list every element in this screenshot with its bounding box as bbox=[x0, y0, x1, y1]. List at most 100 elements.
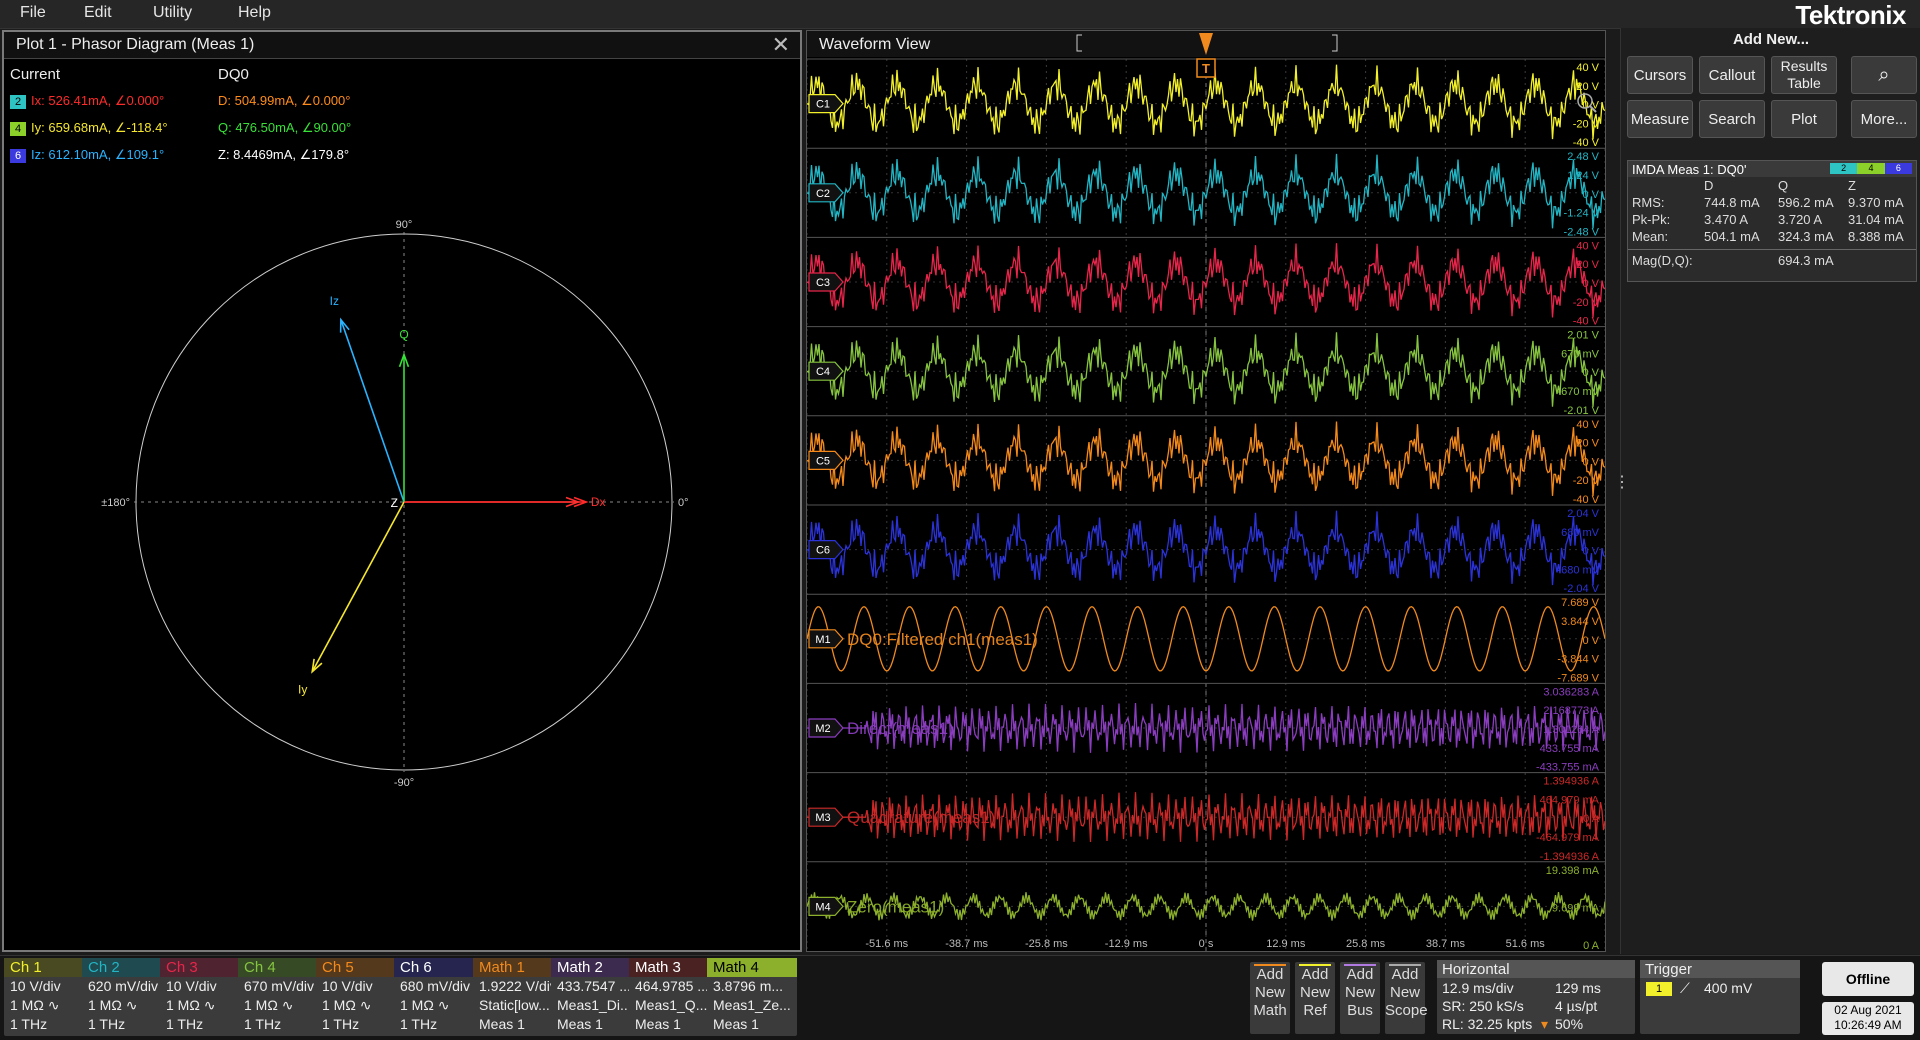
callout-button[interactable]: Callout bbox=[1699, 56, 1765, 94]
channel-badge-line3: 1 THz bbox=[166, 1016, 204, 1032]
meas-source-badges: 2 4 6 bbox=[1830, 163, 1912, 174]
add-new-math-button[interactable]: Add New Math bbox=[1250, 962, 1290, 1034]
vector-Iy bbox=[311, 501, 405, 673]
menu-edit[interactable]: Edit bbox=[84, 4, 112, 22]
scale-label-C6: 0 V bbox=[1582, 546, 1599, 558]
time-label: 25.8 ms bbox=[1346, 938, 1386, 950]
channel-badge-ch-1[interactable]: Ch 1 10 V/div 1 MΩ ∿ 1 THz bbox=[4, 958, 94, 1036]
more-button[interactable]: More... bbox=[1851, 100, 1917, 138]
channel-badge-title: Ch 2 bbox=[82, 958, 172, 977]
measure-button[interactable]: Measure bbox=[1627, 100, 1693, 138]
menu-utility[interactable]: Utility bbox=[153, 4, 192, 22]
channel-tag-C2: C2 bbox=[808, 183, 844, 203]
scale-label-C5: 20 V bbox=[1576, 438, 1599, 450]
channel-badge-ch-5[interactable]: Ch 5 10 V/div 1 MΩ ∿ 1 THz bbox=[316, 958, 406, 1036]
time-per-point: 4 µs/pt bbox=[1555, 998, 1598, 1014]
meas-title-bar: IMDA Meas 1: DQ0' 2 4 6 bbox=[1628, 161, 1916, 177]
svg-text:C5: C5 bbox=[816, 455, 830, 467]
scale-label-M3: 464.979 mA bbox=[1540, 794, 1600, 806]
scale-label-C1: -20 V bbox=[1573, 118, 1600, 130]
channel-tag-C3: C3 bbox=[808, 272, 844, 292]
scale-label-C2: 2.48 V bbox=[1567, 151, 1599, 163]
channel-badge-ch-3[interactable]: Ch 3 10 V/div 1 MΩ ∿ 1 THz bbox=[160, 958, 250, 1036]
channel-tag-M1: M1 bbox=[808, 629, 844, 649]
horizontal-badge[interactable]: Horizontal 12.9 ms/div 129 ms SR: 250 kS… bbox=[1437, 960, 1635, 1034]
scale-label-C6: -2.04 V bbox=[1564, 583, 1600, 595]
channel-badge-line1: 680 mV/div bbox=[400, 978, 471, 994]
waveform-view-panel: Waveform View 40 V 20 V0 V -20 V -40 V C1 2.4… bbox=[806, 30, 1606, 952]
trigger-badge[interactable]: Trigger 1 ⟋ 400 mV bbox=[1640, 960, 1800, 1034]
trigger-position: 50% bbox=[1555, 1016, 1584, 1032]
phasor-plot-panel: Plot 1 - Phasor Diagram (Meas 1) ✕ Curre… bbox=[2, 30, 802, 952]
channel-badge-title: Math 1 bbox=[473, 958, 563, 977]
time-label: -38.7 ms bbox=[945, 938, 988, 950]
add-new-scope-button[interactable]: Add New Scope bbox=[1385, 962, 1428, 1034]
offline-button[interactable]: Offline bbox=[1822, 962, 1914, 996]
channel-badge-ch-2[interactable]: Ch 2 620 mV/div 1 MΩ ∿ 1 THz bbox=[82, 958, 172, 1036]
channel-tag-C4: C4 bbox=[808, 361, 844, 381]
channel-badge-line3: Meas 1 bbox=[713, 1016, 759, 1032]
scale-label-C5: -40 V bbox=[1573, 494, 1600, 506]
zoom-search-icon[interactable]: ⌕ bbox=[1851, 56, 1917, 94]
measurement-results-badge[interactable]: IMDA Meas 1: DQ0' 2 4 6 D Q Z RMS: 744.8… bbox=[1627, 160, 1917, 282]
channel-badge-math-2[interactable]: Math 2 433.7547 ... Meas1_Di... Meas 1 bbox=[551, 958, 641, 1036]
trigger-level: 400 mV bbox=[1704, 980, 1753, 996]
scale-label-C4: 0 V bbox=[1582, 367, 1599, 379]
scale-label-C3: 0 V bbox=[1582, 278, 1599, 290]
panel-resize-handle[interactable]: ⋮ bbox=[1614, 475, 1630, 491]
search-button[interactable]: Search bbox=[1699, 100, 1765, 138]
results-table-button[interactable]: Results Table bbox=[1771, 56, 1837, 94]
add-new-ref-button[interactable]: Add New Ref bbox=[1295, 962, 1335, 1034]
scale-label-C3: -40 V bbox=[1573, 316, 1600, 328]
scale-label-C2: 0 V bbox=[1582, 189, 1599, 201]
record-length: RL: 32.25 kpts bbox=[1442, 1016, 1533, 1032]
channel-badge-line2: 1 MΩ ∿ bbox=[10, 997, 60, 1013]
channel-badge-line3: 1 THz bbox=[244, 1016, 282, 1032]
channel-badge-math-1[interactable]: Math 1 1.9222 V/div Static[low... Meas 1 bbox=[473, 958, 563, 1036]
plot-button[interactable]: Plot bbox=[1771, 100, 1837, 138]
channel-badge-ch-6[interactable]: Ch 6 680 mV/div 1 MΩ ∿ 1 THz bbox=[394, 958, 484, 1036]
cell: 324.3 mA bbox=[1778, 229, 1834, 244]
svg-text:C2: C2 bbox=[816, 188, 830, 200]
menu-help[interactable]: Help bbox=[238, 4, 271, 22]
time-label: -25.8 ms bbox=[1025, 938, 1068, 950]
scale-label-M4: 0 A bbox=[1583, 940, 1600, 951]
channel-badge-line2: Meas1_Q... bbox=[635, 997, 708, 1013]
trigger-source: 1 bbox=[1646, 982, 1672, 996]
channel-badge-line2: Meas1_Di... bbox=[557, 997, 632, 1013]
channel-badge-line2: 1 MΩ ∿ bbox=[322, 997, 372, 1013]
svg-text:C3: C3 bbox=[816, 277, 830, 289]
scale-label-C2: 1.24 V bbox=[1567, 170, 1599, 182]
channel-badge-ch-4[interactable]: Ch 4 670 mV/div 1 MΩ ∿ 1 THz bbox=[238, 958, 328, 1036]
waveform-graticule[interactable]: 40 V 20 V 0 V -20 V -40 V C1 2.48 V 1.24 V 0 V -1… bbox=[807, 31, 1605, 951]
scale-label-C6: -680 mV bbox=[1557, 564, 1599, 576]
cell: 8.388 mA bbox=[1848, 229, 1904, 244]
scale-label-M3: -464.979 mA bbox=[1536, 832, 1600, 844]
scale-label-M3: -1.394936 A bbox=[1540, 851, 1600, 863]
scale-label-C4: 670 mV bbox=[1561, 348, 1600, 360]
scale-label-M4: 19.398 mA bbox=[1546, 865, 1600, 877]
date-time-badge[interactable]: 02 Aug 2021 10:26:49 AM bbox=[1822, 1002, 1914, 1035]
scale-label-C2: -1.24 V bbox=[1564, 208, 1600, 220]
channel-tag-C1: C1 bbox=[808, 94, 844, 114]
axis-label-0: 0° bbox=[678, 497, 689, 509]
scale-label-C2: -2.48 V bbox=[1564, 226, 1600, 238]
scale-label-C1: 40 V bbox=[1576, 62, 1599, 74]
channel-tag-C5: C5 bbox=[808, 450, 844, 470]
channel-badge-line3: Meas 1 bbox=[479, 1016, 525, 1032]
channel-badge-math-4[interactable]: Math 4 3.8796 m... Meas1_Ze... Meas 1 bbox=[707, 958, 797, 1036]
vector-label-Q: Q bbox=[399, 328, 408, 342]
channel-badge-math-3[interactable]: Math 3 464.9785 ... Meas1_Q... Meas 1 bbox=[629, 958, 719, 1036]
add-new-bus-button[interactable]: Add New Bus bbox=[1340, 962, 1380, 1034]
svg-text:M4: M4 bbox=[815, 901, 830, 913]
trigger-title-bar: Trigger bbox=[1640, 960, 1800, 978]
cell: 3.720 A bbox=[1778, 212, 1823, 227]
menu-file[interactable]: File bbox=[20, 4, 46, 22]
scale-label-C1: -40 V bbox=[1573, 137, 1600, 149]
scale-label-M2: 1.301264 A bbox=[1543, 724, 1599, 736]
cell: 31.04 mA bbox=[1848, 212, 1904, 227]
cell: 744.8 mA bbox=[1704, 195, 1760, 210]
cursors-button[interactable]: Cursors bbox=[1627, 56, 1693, 94]
phasor-diagram: 90° -90° ±180° 0° Iy Iz Dx Q Z bbox=[101, 219, 689, 789]
mag-label: Mag(D,Q): bbox=[1632, 253, 1693, 268]
